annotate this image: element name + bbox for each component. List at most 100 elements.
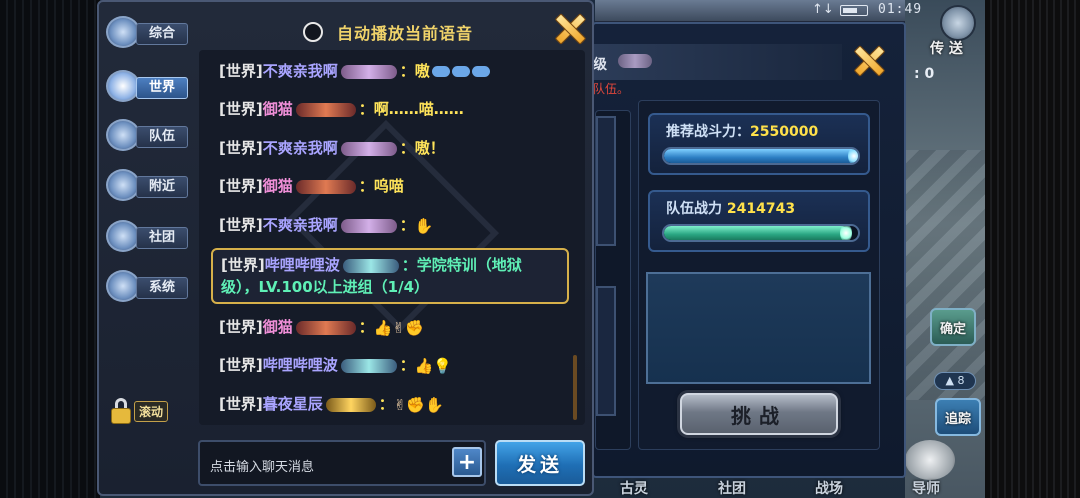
player-name[interactable]: 御猫 — [263, 100, 293, 118]
title-badge-icon — [342, 258, 399, 273]
team-slot-column — [595, 110, 631, 450]
status-time: 01:49 — [878, 2, 923, 17]
counter-readout: : 0 — [914, 66, 935, 82]
auto-play-voice-label: 自动播放当前语音 — [337, 24, 474, 43]
chat-scrollbar[interactable] — [573, 355, 577, 420]
tab-general[interactable]: 综合 — [102, 14, 194, 50]
speaker-icon — [106, 70, 140, 102]
auto-play-voice-toggle[interactable]: 自动播放当前语音 — [303, 20, 473, 44]
scroll-lock-label: 滚动 — [134, 400, 169, 422]
title-badge-icon — [340, 64, 397, 79]
tab-label: 世界 — [136, 77, 188, 99]
recommended-power-bar — [662, 147, 860, 165]
team-warning-text: 队伍。 — [593, 82, 630, 96]
mentor-icon[interactable] — [905, 440, 955, 480]
player-name[interactable]: 御猫 — [263, 318, 293, 336]
tab-nearby[interactable]: 附近 — [102, 167, 194, 203]
tab-team[interactable]: 队伍 — [102, 117, 194, 153]
hand-emoji-icon: ✌✊✋ — [393, 395, 444, 414]
list-item: [世界]不爽亲我啊 ：嗷 — [219, 60, 490, 82]
recommended-power-value: 2550000 — [750, 124, 819, 140]
recommended-power-box: 推荐战斗力：2550000 — [648, 113, 870, 175]
send-button[interactable]: 发送 — [495, 440, 585, 486]
tab-guild[interactable]: 社团 — [102, 218, 194, 254]
teleport-icon[interactable] — [940, 5, 976, 41]
thumbs-lightbulb-emoji-icon: 👍💡 — [414, 356, 453, 375]
team-member-list — [646, 272, 871, 384]
team-slot[interactable] — [596, 116, 616, 246]
chat-close-button[interactable] — [549, 8, 589, 48]
ornament-icon — [618, 54, 652, 68]
challenge-button[interactable]: 挑战 — [680, 393, 838, 435]
list-item: [世界]哔哩哔哩波 ：👍💡 — [219, 356, 453, 375]
tab-label: 综合 — [136, 23, 188, 45]
team-power-box: 队伍战力 2414743 — [648, 190, 870, 252]
sleep-icon — [431, 66, 450, 77]
location-pin-icon — [106, 169, 140, 201]
signal-icon: ↑↓ — [812, 2, 834, 17]
title-badge-icon — [340, 358, 397, 373]
title-badge-icon — [295, 179, 356, 194]
player-name[interactable]: 不爽亲我啊 — [263, 62, 338, 80]
level-badge: ▲ 8 — [934, 372, 976, 390]
team-shield-icon — [106, 119, 140, 151]
close-icon — [853, 45, 883, 75]
padlock-icon — [110, 398, 132, 424]
scroll-lock-toggle[interactable]: 滚动 — [110, 398, 169, 424]
player-name[interactable]: 不爽亲我啊 — [263, 139, 338, 157]
list-item: [世界]暮夜星辰 ：✌✊✋ — [219, 395, 444, 414]
nav-item-battlefield[interactable]: 战场 — [815, 478, 843, 498]
scene-left-edge — [0, 0, 100, 498]
tab-label: 队伍 — [136, 126, 188, 148]
chat-input-field[interactable]: 点击输入聊天消息 — [198, 440, 486, 486]
system-gear-icon — [106, 270, 140, 302]
guild-flag-icon — [106, 220, 140, 252]
title-badge-icon — [295, 320, 356, 335]
player-name[interactable]: 御猫 — [263, 177, 293, 195]
emoji-add-button[interactable]: + — [452, 447, 482, 477]
sleep-icon — [451, 66, 470, 77]
team-power-label: 队伍战力 — [666, 201, 727, 217]
team-slot[interactable] — [596, 286, 616, 416]
bar-glow-icon — [839, 226, 852, 240]
nav-item-ancient[interactable]: 古灵 — [620, 478, 648, 498]
list-item: [世界]不爽亲我啊 ：✋ — [219, 216, 434, 235]
tab-world[interactable]: 世界 — [102, 68, 194, 104]
list-item: [世界]不爽亲我啊 ：嗷！ — [219, 139, 445, 157]
recommended-power-label: 推荐战斗力： — [666, 124, 750, 140]
player-name[interactable]: 哔哩哔哩波 — [263, 356, 338, 374]
tab-label: 系统 — [136, 277, 188, 299]
confirm-button[interactable]: 确定 — [930, 308, 976, 346]
title-badge-icon — [325, 397, 376, 412]
teleport-label[interactable]: 传 送 — [930, 38, 963, 58]
list-item: [世界]御猫 ：呜喵 — [219, 177, 404, 195]
list-item: [世界]御猫 ：👍✌✊ — [219, 318, 424, 337]
chat-input-placeholder: 点击输入聊天消息 — [210, 460, 315, 475]
scene-right-edge — [985, 0, 1080, 498]
speech-bubbles-icon — [106, 16, 140, 48]
team-power-bar — [662, 224, 860, 242]
player-name[interactable]: 不爽亲我啊 — [263, 216, 338, 234]
radio-button[interactable] — [303, 22, 323, 42]
chat-message-list[interactable]: [世界]不爽亲我啊 ：嗷 [世界]御猫 ：啊……喵…… [世界]不爽亲我啊 ：嗷！ [… — [199, 50, 585, 425]
battery-icon — [840, 5, 868, 16]
tab-label: 社团 — [136, 227, 188, 249]
hand-emoji-icon: ✋ — [414, 216, 434, 235]
bar-glow-icon — [848, 149, 858, 163]
team-power-value: 2414743 — [726, 201, 796, 217]
recommended-power-fill — [664, 149, 858, 163]
nav-item-guild[interactable]: 社团 — [718, 478, 746, 498]
player-name[interactable]: 哔哩哔哩波 — [265, 256, 340, 274]
team-close-button[interactable] — [848, 40, 888, 80]
list-item: [世界]哔哩哔哩波 ：学院特训（地狱级），LV.100以上进组（1/4） — [211, 248, 569, 304]
tab-system[interactable]: 系统 — [102, 268, 194, 304]
team-title: 级 — [593, 57, 607, 73]
team-power-fill — [664, 226, 848, 240]
title-badge-icon — [295, 102, 356, 117]
nav-item-mentor[interactable]: 导师 — [912, 478, 940, 498]
hand-emoji-icon: 👍✌✊ — [373, 318, 424, 337]
player-name[interactable]: 暮夜星辰 — [263, 395, 323, 413]
close-icon — [554, 13, 584, 43]
title-badge-icon — [340, 141, 397, 156]
track-button[interactable]: 追踪 — [935, 398, 981, 436]
